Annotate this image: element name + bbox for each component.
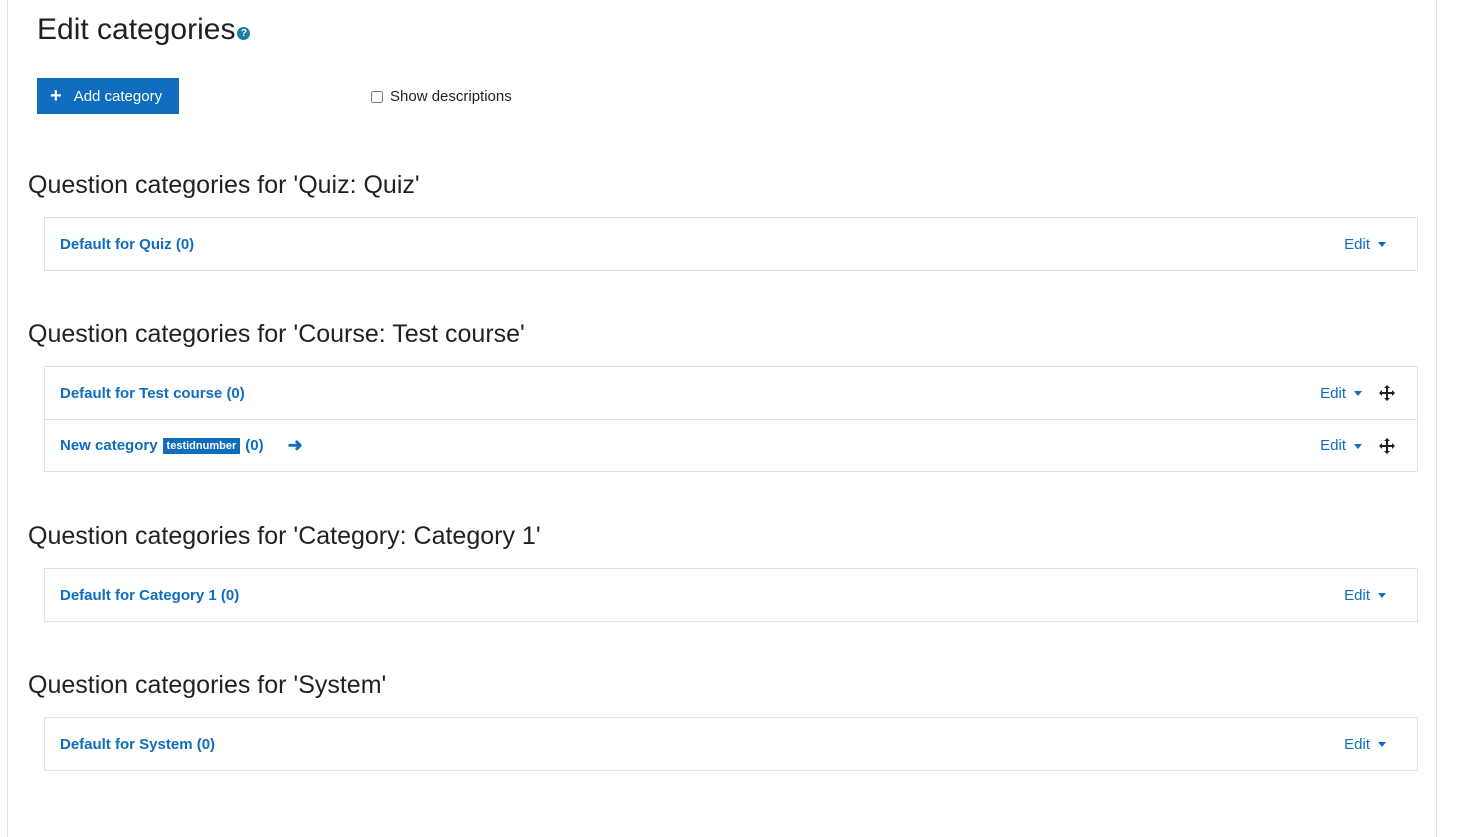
- page-title: Edit categories ?: [37, 10, 251, 50]
- category-name: Default for Test course: [60, 384, 223, 402]
- category-link[interactable]: New category testidnumber (0): [60, 437, 264, 454]
- edit-menu-toggle[interactable]: Edit: [1320, 437, 1362, 454]
- category-count: (0): [175, 235, 195, 253]
- category-row: Default for System (0) Edit: [45, 718, 1417, 770]
- category-link[interactable]: Default for Quiz (0): [60, 236, 194, 253]
- category-count: (0): [245, 437, 264, 454]
- edit-menu-toggle[interactable]: Edit: [1344, 587, 1386, 604]
- edit-menu-toggle[interactable]: Edit: [1344, 236, 1386, 253]
- edit-label: Edit: [1320, 384, 1346, 402]
- show-descriptions-checkbox[interactable]: [371, 90, 383, 103]
- category-row: New category testidnumber (0) ➜ Edit: [45, 419, 1417, 471]
- edit-label: Edit: [1344, 735, 1370, 753]
- category-count: (0): [220, 586, 240, 604]
- category-name: New category: [60, 437, 158, 454]
- section-heading-course: Question categories for 'Course: Test co…: [28, 320, 525, 348]
- caret-down-icon: [1354, 443, 1362, 449]
- section-heading-system: Question categories for 'System': [28, 671, 387, 699]
- edit-menu-toggle[interactable]: Edit: [1344, 736, 1386, 753]
- page-title-text: Edit categories: [37, 13, 236, 46]
- plus-icon: +: [50, 85, 62, 107]
- caret-down-icon: [1378, 242, 1386, 247]
- edit-label: Edit: [1320, 437, 1346, 454]
- category-name: Default for System: [60, 735, 193, 753]
- add-category-label: Add category: [73, 87, 163, 105]
- category-count: (0): [226, 384, 245, 402]
- add-category-button[interactable]: + Add category: [37, 78, 179, 114]
- edit-label: Edit: [1344, 235, 1370, 253]
- category-row: Default for Quiz (0) Edit: [45, 218, 1417, 270]
- show-descriptions-toggle[interactable]: Show descriptions: [371, 88, 512, 105]
- idnumber-badge: testidnumber: [162, 437, 241, 454]
- move-icon[interactable]: [1379, 385, 1395, 401]
- caret-down-icon: [1354, 391, 1362, 396]
- edit-label: Edit: [1344, 586, 1370, 604]
- section-heading-quiz: Question categories for 'Quiz: Quiz': [28, 171, 420, 199]
- category-list-course: Default for Test course (0) Edit New cat…: [44, 366, 1418, 472]
- category-list-quiz: Default for Quiz (0) Edit: [44, 217, 1418, 271]
- category-name: Default for Quiz: [60, 235, 172, 253]
- arrow-right-icon[interactable]: ➜: [288, 435, 303, 456]
- category-count: (0): [196, 735, 216, 753]
- caret-down-icon: [1378, 593, 1386, 598]
- category-row: Default for Category 1 (0) Edit: [45, 569, 1417, 621]
- move-icon[interactable]: [1379, 437, 1395, 454]
- show-descriptions-label: Show descriptions: [390, 88, 512, 105]
- category-link[interactable]: Default for Test course (0): [60, 385, 245, 402]
- category-list-category: Default for Category 1 (0) Edit: [44, 568, 1418, 622]
- question-circle-icon[interactable]: ?: [237, 26, 251, 40]
- category-name: Default for Category 1: [60, 586, 217, 604]
- category-list-system: Default for System (0) Edit: [44, 717, 1418, 771]
- edit-menu-toggle[interactable]: Edit: [1320, 385, 1362, 402]
- section-heading-category: Question categories for 'Category: Categ…: [28, 522, 541, 550]
- category-row: Default for Test course (0) Edit: [45, 367, 1417, 419]
- category-link[interactable]: Default for System (0): [60, 736, 215, 753]
- caret-down-icon: [1378, 742, 1386, 747]
- category-link[interactable]: Default for Category 1 (0): [60, 587, 239, 604]
